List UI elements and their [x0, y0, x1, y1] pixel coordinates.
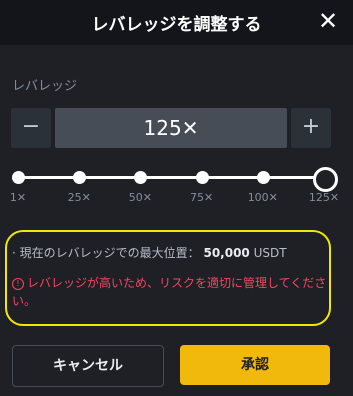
warning-icon: ! [12, 278, 24, 290]
confirm-button[interactable]: 承認 [180, 345, 330, 385]
leverage-label: レバレッジ [12, 79, 78, 94]
decrease-button[interactable]: − [11, 108, 51, 148]
slider-stop[interactable] [12, 171, 25, 184]
max-position-info: · 現在のレバレッジでの最大位置： 50,000 USDT [12, 244, 287, 261]
slider-stop[interactable] [256, 171, 270, 184]
max-position-unit: USDT [253, 246, 287, 260]
leverage-value-input[interactable]: 125✕ [55, 108, 287, 148]
risk-warning: ! レバレッジが高いため、リスクを適切に管理してください。 [12, 274, 332, 310]
slider-stop[interactable] [134, 171, 148, 184]
max-position-value: 50,000 [203, 246, 250, 260]
max-position-label: · 現在のレバレッジでの最大位置： [12, 246, 200, 260]
cancel-button[interactable]: キャンセル [12, 345, 164, 387]
warning-text: レバレッジが高いため、リスクを適切に管理してください。 [12, 276, 327, 308]
slider-stop[interactable] [73, 171, 87, 184]
slider-track[interactable] [18, 176, 324, 179]
slider-handle[interactable] [313, 167, 338, 192]
slider-tick-label: 100✕ [247, 191, 278, 204]
modal-header: レバレッジを調整する ✕ [0, 0, 353, 45]
increase-button[interactable]: + [291, 108, 331, 148]
modal-title: レバレッジを調整する [91, 15, 262, 35]
slider-stop[interactable] [195, 171, 209, 184]
slider-tick-label: 25✕ [67, 191, 91, 204]
slider-tick-label: 1✕ [9, 191, 27, 204]
leverage-stepper: − 125✕ + [11, 108, 331, 148]
leverage-slider[interactable]: 1✕ 25✕ 50✕ 75✕ 100✕ 125✕ [0, 160, 353, 210]
slider-tick-label: 50✕ [128, 191, 152, 204]
close-icon[interactable]: ✕ [315, 8, 341, 34]
slider-tick-label: 125✕ [308, 191, 340, 204]
slider-tick-label: 75✕ [189, 191, 214, 204]
